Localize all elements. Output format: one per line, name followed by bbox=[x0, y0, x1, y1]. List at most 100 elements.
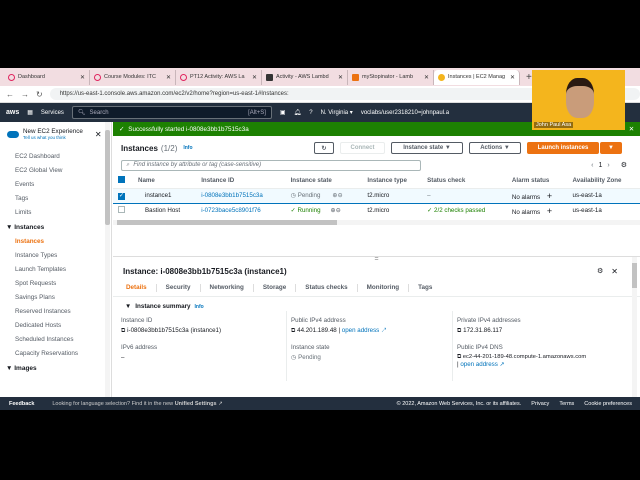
close-icon[interactable]: ✕ bbox=[424, 74, 429, 81]
help-icon[interactable]: ? bbox=[309, 110, 312, 116]
column-header[interactable]: Instance state bbox=[285, 173, 363, 189]
column-header[interactable]: Availability Zone bbox=[567, 173, 640, 189]
sidebar-item[interactable]: Scheduled Instances bbox=[0, 333, 111, 347]
column-header[interactable]: Name bbox=[133, 173, 197, 189]
row-checkbox[interactable]: ✓ bbox=[118, 192, 125, 200]
sidebar-section-instances[interactable]: ▼ Instances bbox=[0, 220, 111, 235]
instance-state-button[interactable]: Instance state ▼ bbox=[391, 142, 463, 154]
new-experience-toggle[interactable]: New EC2 Experience Tell us what you think… bbox=[0, 128, 111, 140]
aws-logo[interactable]: aws bbox=[6, 109, 19, 116]
region-selector[interactable]: N. Virginia ▾ bbox=[321, 109, 353, 116]
settings-icon[interactable]: ⚙ bbox=[621, 161, 627, 169]
tab-status-checks[interactable]: Status checks bbox=[296, 283, 358, 292]
close-icon[interactable]: ✕ bbox=[629, 126, 634, 133]
add-alarm-icon[interactable]: + bbox=[547, 191, 552, 201]
instance-id-link[interactable]: i-0723bace5c8901f76 bbox=[196, 203, 285, 218]
sidebar-item[interactable]: Capacity Reservations bbox=[0, 347, 111, 361]
favicon-icon bbox=[180, 73, 187, 81]
feedback-link[interactable]: Tell us what you think bbox=[23, 135, 83, 140]
browser-tab-active[interactable]: Instances | EC2 Manag ✕ bbox=[434, 69, 520, 85]
sidebar-item[interactable]: Events bbox=[0, 178, 111, 192]
services-button[interactable]: Services bbox=[41, 110, 64, 116]
close-icon[interactable]: ✕ bbox=[611, 267, 618, 276]
row-checkbox[interactable] bbox=[118, 206, 125, 214]
column-header[interactable]: Instance ID bbox=[196, 173, 286, 189]
unified-settings-link[interactable]: Unified Settings bbox=[175, 401, 217, 407]
sidebar-item[interactable]: Reserved Instances bbox=[0, 305, 111, 319]
details-scrollbar[interactable] bbox=[632, 257, 637, 398]
cookie-preferences-link[interactable]: Cookie preferences bbox=[584, 401, 632, 407]
cloudshell-icon[interactable]: ▣ bbox=[280, 109, 286, 116]
info-link[interactable]: Info bbox=[195, 304, 204, 310]
terms-link[interactable]: Terms bbox=[559, 401, 574, 407]
filter-input[interactable]: ⌕ Find instance by attribute or tag (case… bbox=[121, 159, 421, 171]
grid-icon[interactable]: ▦ bbox=[27, 109, 33, 116]
toggle-icon[interactable] bbox=[7, 130, 19, 138]
instance-id-link[interactable]: i-0808e3bb1b7515c3a bbox=[196, 187, 286, 204]
sidebar-item[interactable]: Instance Types bbox=[0, 249, 111, 263]
column-header[interactable]: Instance type bbox=[362, 173, 423, 189]
add-alarm-icon[interactable]: + bbox=[547, 206, 552, 216]
tab-details[interactable]: Details bbox=[117, 283, 157, 292]
browser-tab[interactable]: Course Modules: ITC ✕ bbox=[90, 69, 176, 85]
settings-icon[interactable]: ⚙ bbox=[597, 267, 603, 275]
launch-dropdown-button[interactable]: ▼ bbox=[600, 142, 622, 154]
table-row[interactable]: Bastion Host i-0723bace5c8901f76 ✓ Runni… bbox=[113, 203, 640, 218]
browser-tab[interactable]: Activity - AWS Lambd ✕ bbox=[262, 69, 348, 85]
close-icon[interactable]: ✕ bbox=[510, 74, 515, 81]
close-icon[interactable]: ✕ bbox=[252, 74, 257, 81]
tab-tags[interactable]: Tags bbox=[409, 284, 441, 292]
sidebar-scrollbar[interactable] bbox=[105, 122, 110, 397]
connect-button[interactable]: Connect bbox=[340, 142, 385, 154]
external-link-icon: ↗ bbox=[216, 400, 223, 407]
tab-security[interactable]: Security bbox=[157, 283, 201, 292]
sidebar-item[interactable]: Limits bbox=[0, 206, 111, 220]
page-number[interactable]: 1 bbox=[598, 162, 602, 169]
sidebar-item[interactable]: EC2 Dashboard bbox=[0, 150, 111, 164]
close-icon[interactable]: ✕ bbox=[166, 74, 171, 81]
next-page-icon[interactable]: › bbox=[607, 162, 609, 169]
tab-storage[interactable]: Storage bbox=[254, 283, 297, 292]
sidebar-item[interactable]: EC2 Global View bbox=[0, 164, 111, 178]
browser-tab[interactable]: myStopinator - Lamb ✕ bbox=[348, 69, 434, 85]
account-menu[interactable]: voclabs/user2318210=johnpaul.a bbox=[361, 110, 449, 116]
table-row[interactable]: ✓ instance1 i-0808e3bb1b7515c3a ◷ Pendin… bbox=[113, 187, 640, 204]
sidebar-item[interactable]: Launch Templates bbox=[0, 263, 111, 277]
launch-instances-button[interactable]: Launch instances bbox=[527, 142, 599, 154]
sidebar-item[interactable]: Spot Requests bbox=[0, 277, 111, 291]
search-input[interactable]: 🔍︎ Search [Alt+S] bbox=[71, 106, 272, 119]
browser-tab[interactable]: PT12 Activity: AWS La ✕ bbox=[176, 69, 262, 85]
open-address-link[interactable]: open address bbox=[342, 327, 380, 334]
forward-icon[interactable]: → bbox=[21, 90, 29, 99]
close-icon[interactable]: ✕ bbox=[80, 74, 85, 81]
sidebar-item-instances[interactable]: Instances bbox=[0, 235, 111, 249]
browser-tab[interactable]: Dashboard ✕ bbox=[4, 69, 90, 85]
feedback-link[interactable]: Feedback bbox=[9, 401, 34, 407]
tab-networking[interactable]: Networking bbox=[201, 283, 254, 292]
privacy-link[interactable]: Privacy bbox=[531, 401, 549, 407]
select-all-checkbox[interactable] bbox=[118, 175, 125, 183]
sidebar-section-images[interactable]: ▼ Images bbox=[0, 361, 111, 376]
column-header[interactable]: Alarm status bbox=[506, 173, 568, 189]
new-tab-icon[interactable]: + bbox=[526, 72, 532, 83]
open-address-link[interactable]: open address bbox=[460, 361, 498, 368]
actions-button[interactable]: Actions ▼ bbox=[469, 142, 521, 154]
summary-heading[interactable]: Instance summary bbox=[135, 303, 190, 310]
sidebar-item[interactable]: Savings Plans bbox=[0, 291, 111, 305]
sidebar-item[interactable]: Tags bbox=[0, 192, 111, 206]
tab-monitoring[interactable]: Monitoring bbox=[358, 283, 410, 292]
back-icon[interactable]: ← bbox=[6, 90, 14, 99]
bell-icon[interactable]: 🔔︎ bbox=[294, 109, 302, 116]
sidebar-item[interactable]: Dedicated Hosts bbox=[0, 319, 111, 333]
prev-page-icon[interactable]: ‹ bbox=[591, 162, 593, 169]
close-icon[interactable]: ✕ bbox=[95, 130, 102, 139]
instance-name: instance1 bbox=[133, 187, 197, 204]
column-header[interactable]: Status check bbox=[422, 173, 507, 189]
horizontal-scrollbar[interactable] bbox=[113, 220, 640, 225]
refresh-button[interactable]: ↻ bbox=[314, 142, 334, 154]
reload-icon[interactable]: ↻ bbox=[36, 90, 43, 99]
zoom-icon[interactable]: ⊕⊖ bbox=[331, 207, 341, 214]
info-link[interactable]: Info bbox=[183, 145, 192, 151]
zoom-icon[interactable]: ⊕⊖ bbox=[332, 192, 342, 199]
close-icon[interactable]: ✕ bbox=[338, 74, 343, 81]
